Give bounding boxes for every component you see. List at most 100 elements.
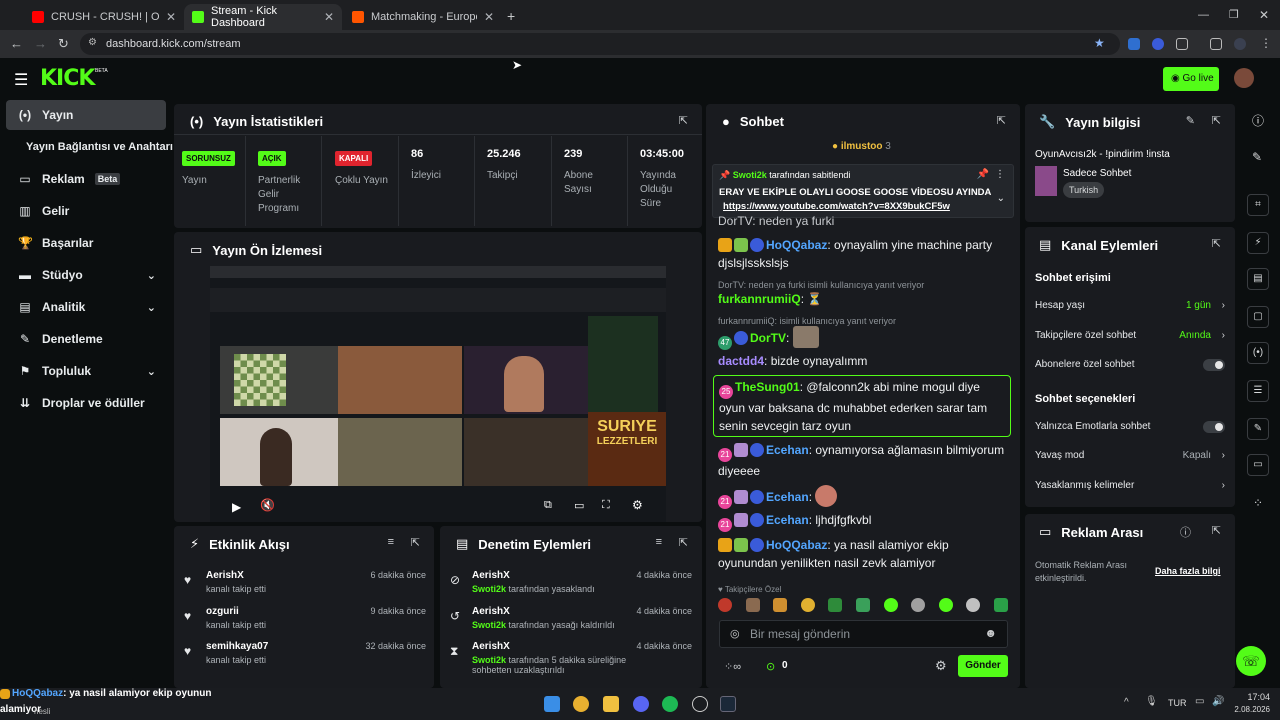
menu-dots-icon[interactable]: ⋮ [1260, 36, 1272, 50]
file-explorer-icon[interactable] [603, 696, 619, 712]
sidebar-item-basarilar[interactable]: 🏆 Başarılar [6, 228, 166, 258]
popout-icon[interactable]: ⇱ [1212, 114, 1221, 127]
sidebar-item-droplar[interactable]: ⇊ Droplar ve ödüller [6, 388, 166, 418]
video-player[interactable]: SURIYE LEZZETLERI ▶ 🔇 ⧉ ▭ ⛶ ⚙ [210, 266, 666, 522]
emote-icon[interactable] [773, 598, 788, 612]
setting-followers-only[interactable]: Takipçilere özel sohbet Anında › [1035, 330, 1225, 341]
sidebar-item-yayin[interactable]: (•) Yayın [6, 100, 166, 130]
clipboard-icon[interactable]: ▤ [1247, 268, 1269, 290]
volume-icon[interactable]: 🔊 [1212, 696, 1224, 707]
tab-faceit[interactable]: Matchmaking - Europe 5v5 Qu ✕ [344, 4, 502, 30]
chat-settings-gear-icon[interactable]: ⚙ [935, 658, 947, 674]
sidebar-item-gelir[interactable]: ▥ Gelir [6, 196, 166, 226]
emote-icon[interactable] [745, 598, 760, 612]
menu-dots-icon[interactable]: ⋮ [995, 169, 1005, 180]
bookmark-star-icon[interactable]: ★ [1094, 36, 1105, 50]
learn-more-link[interactable]: Daha fazla bilgi [1155, 566, 1221, 576]
discord-icon[interactable] [633, 696, 649, 712]
chat-bubble-icon[interactable]: ▢ [1247, 306, 1269, 328]
kick-logo[interactable]: KICK [40, 66, 95, 91]
emote-icon[interactable] [855, 598, 870, 612]
sidebar-item-studyo[interactable]: ▬ Stüdyo ⌄ [6, 260, 166, 290]
pinned-link[interactable]: https://www.youtube.com/watch?v=8XX9bukC… [723, 201, 950, 212]
close-icon[interactable]: ✕ [324, 10, 334, 24]
language-indicator[interactable]: TUR [1168, 698, 1187, 708]
emote-icon[interactable] [966, 598, 981, 612]
restore-icon[interactable]: ❐ [1229, 8, 1239, 21]
setting-slow-mode[interactable]: Yavaş mod Kapalı › [1035, 450, 1225, 461]
sidebar-item-denetleme[interactable]: ✎ Denetleme [6, 324, 166, 354]
infinity-icon[interactable]: ⁘∞ [724, 660, 741, 673]
emote-only-toggle[interactable] [1203, 421, 1225, 433]
profile-avatar[interactable] [1234, 38, 1246, 50]
popout-icon[interactable]: ⇱ [1212, 237, 1221, 250]
play-icon[interactable]: ▶ [232, 500, 241, 514]
sidebar-item-topluluk[interactable]: ⚑ Topluluk ⌄ [6, 356, 166, 386]
setting-banned-words[interactable]: Yasaklanmış kelimeler › [1035, 480, 1225, 491]
theater-icon[interactable]: ▭ [574, 499, 584, 512]
popout-icon[interactable]: ⇱ [411, 536, 420, 549]
wrench-icon[interactable]: ✎ [1247, 418, 1269, 440]
sparkle-icon[interactable]: ◎ [730, 627, 740, 640]
extension-icon[interactable] [1128, 38, 1140, 50]
mute-icon[interactable]: 🔇 [260, 498, 275, 512]
new-tab-icon[interactable]: + [507, 8, 515, 24]
site-info-icon[interactable]: ⚙ [88, 37, 97, 48]
chevron-down-icon[interactable]: ⌄ [997, 193, 1005, 204]
qr-scan-icon[interactable]: ⌗ [1247, 194, 1269, 216]
extension-icon[interactable] [1152, 38, 1164, 50]
close-icon[interactable]: ✕ [166, 10, 176, 24]
tab-youtube[interactable]: CRUSH - CRUSH! | Official Musi ✕ [24, 4, 184, 30]
settings-gear-icon[interactable]: ⚙ [632, 498, 643, 512]
cs-icon[interactable] [692, 696, 708, 712]
popout-icon[interactable]: ⇱ [997, 114, 1006, 127]
lightning-icon[interactable]: ⚡ [1247, 232, 1269, 254]
more-icon[interactable]: ⁘ [1253, 496, 1263, 510]
emote-icon[interactable] [828, 598, 843, 612]
user-avatar[interactable] [1234, 68, 1254, 88]
clock-time[interactable]: 17:04 [1236, 692, 1270, 702]
ad-icon[interactable]: ▭ [1247, 454, 1269, 476]
unpin-icon[interactable]: 📌 [977, 169, 989, 180]
emote-icon[interactable] [800, 598, 815, 612]
popout-icon[interactable]: ⇱ [679, 114, 688, 127]
pinned-message[interactable]: 📌 Swoti2k tarafından sabitlendi 📌 ⋮ ERAY… [712, 164, 1014, 218]
fullscreen-icon[interactable]: ⛶ [602, 499, 610, 512]
support-button[interactable]: ☏ [1236, 646, 1266, 676]
go-live-button[interactable]: ◉ Go live [1163, 67, 1219, 91]
category-name[interactable]: Sadece Sohbet [1063, 168, 1131, 179]
close-icon[interactable]: ✕ [484, 10, 494, 24]
extensions-puzzle-icon[interactable] [1176, 38, 1188, 50]
broadcast-icon[interactable]: (•) [1247, 342, 1269, 364]
media-icon[interactable] [1210, 38, 1222, 50]
setting-account-age[interactable]: Hesap yaşı 1 gün › [1035, 300, 1225, 311]
monitor-icon[interactable]: ▭ [1195, 696, 1204, 707]
back-icon[interactable]: ← [10, 36, 23, 51]
emoji-icon[interactable]: ☻ [984, 626, 997, 640]
minimize-icon[interactable]: — [1198, 9, 1209, 21]
info-icon[interactable]: ⓘ [1180, 524, 1191, 540]
mic-icon[interactable]: 🎙 [1145, 696, 1158, 707]
sidebar-item-stream-key[interactable]: Yayın Bağlantısı ve Anahtarı [6, 132, 173, 162]
emote-icon[interactable] [883, 598, 898, 612]
tab-kick-dashboard[interactable]: Stream - Kick Dashboard ✕ [184, 4, 342, 30]
send-button[interactable]: Gönder [958, 655, 1008, 677]
emote-icon[interactable] [718, 598, 732, 612]
tag-badge[interactable]: Turkish [1063, 182, 1105, 198]
info-icon[interactable]: ⓘ [1252, 112, 1264, 129]
edit-pencil-icon[interactable]: ✎ [1252, 150, 1262, 164]
clock-date[interactable]: 2.08.2026 [1226, 705, 1270, 714]
sidebar-item-reklam[interactable]: ▭ Reklam Beta [6, 164, 166, 194]
filter-icon[interactable]: ≡ [388, 536, 394, 548]
reload-icon[interactable]: ↻ [58, 36, 69, 52]
chat-message-input[interactable]: ◎ Bir mesaj gönderin ☻ [719, 620, 1008, 648]
chrome-icon[interactable] [573, 696, 589, 712]
emote-icon[interactable] [911, 598, 926, 612]
sidebar-item-analitik[interactable]: ▤ Analitik ⌄ [6, 292, 166, 322]
url-input[interactable]: ⚙ dashboard.kick.com/stream [80, 33, 1120, 55]
spotify-icon[interactable] [662, 696, 678, 712]
emote-icon[interactable] [993, 598, 1008, 612]
popout-icon[interactable]: ⇱ [679, 536, 688, 549]
close-window-icon[interactable]: ✕ [1259, 8, 1269, 22]
emote-icon[interactable] [938, 598, 953, 612]
